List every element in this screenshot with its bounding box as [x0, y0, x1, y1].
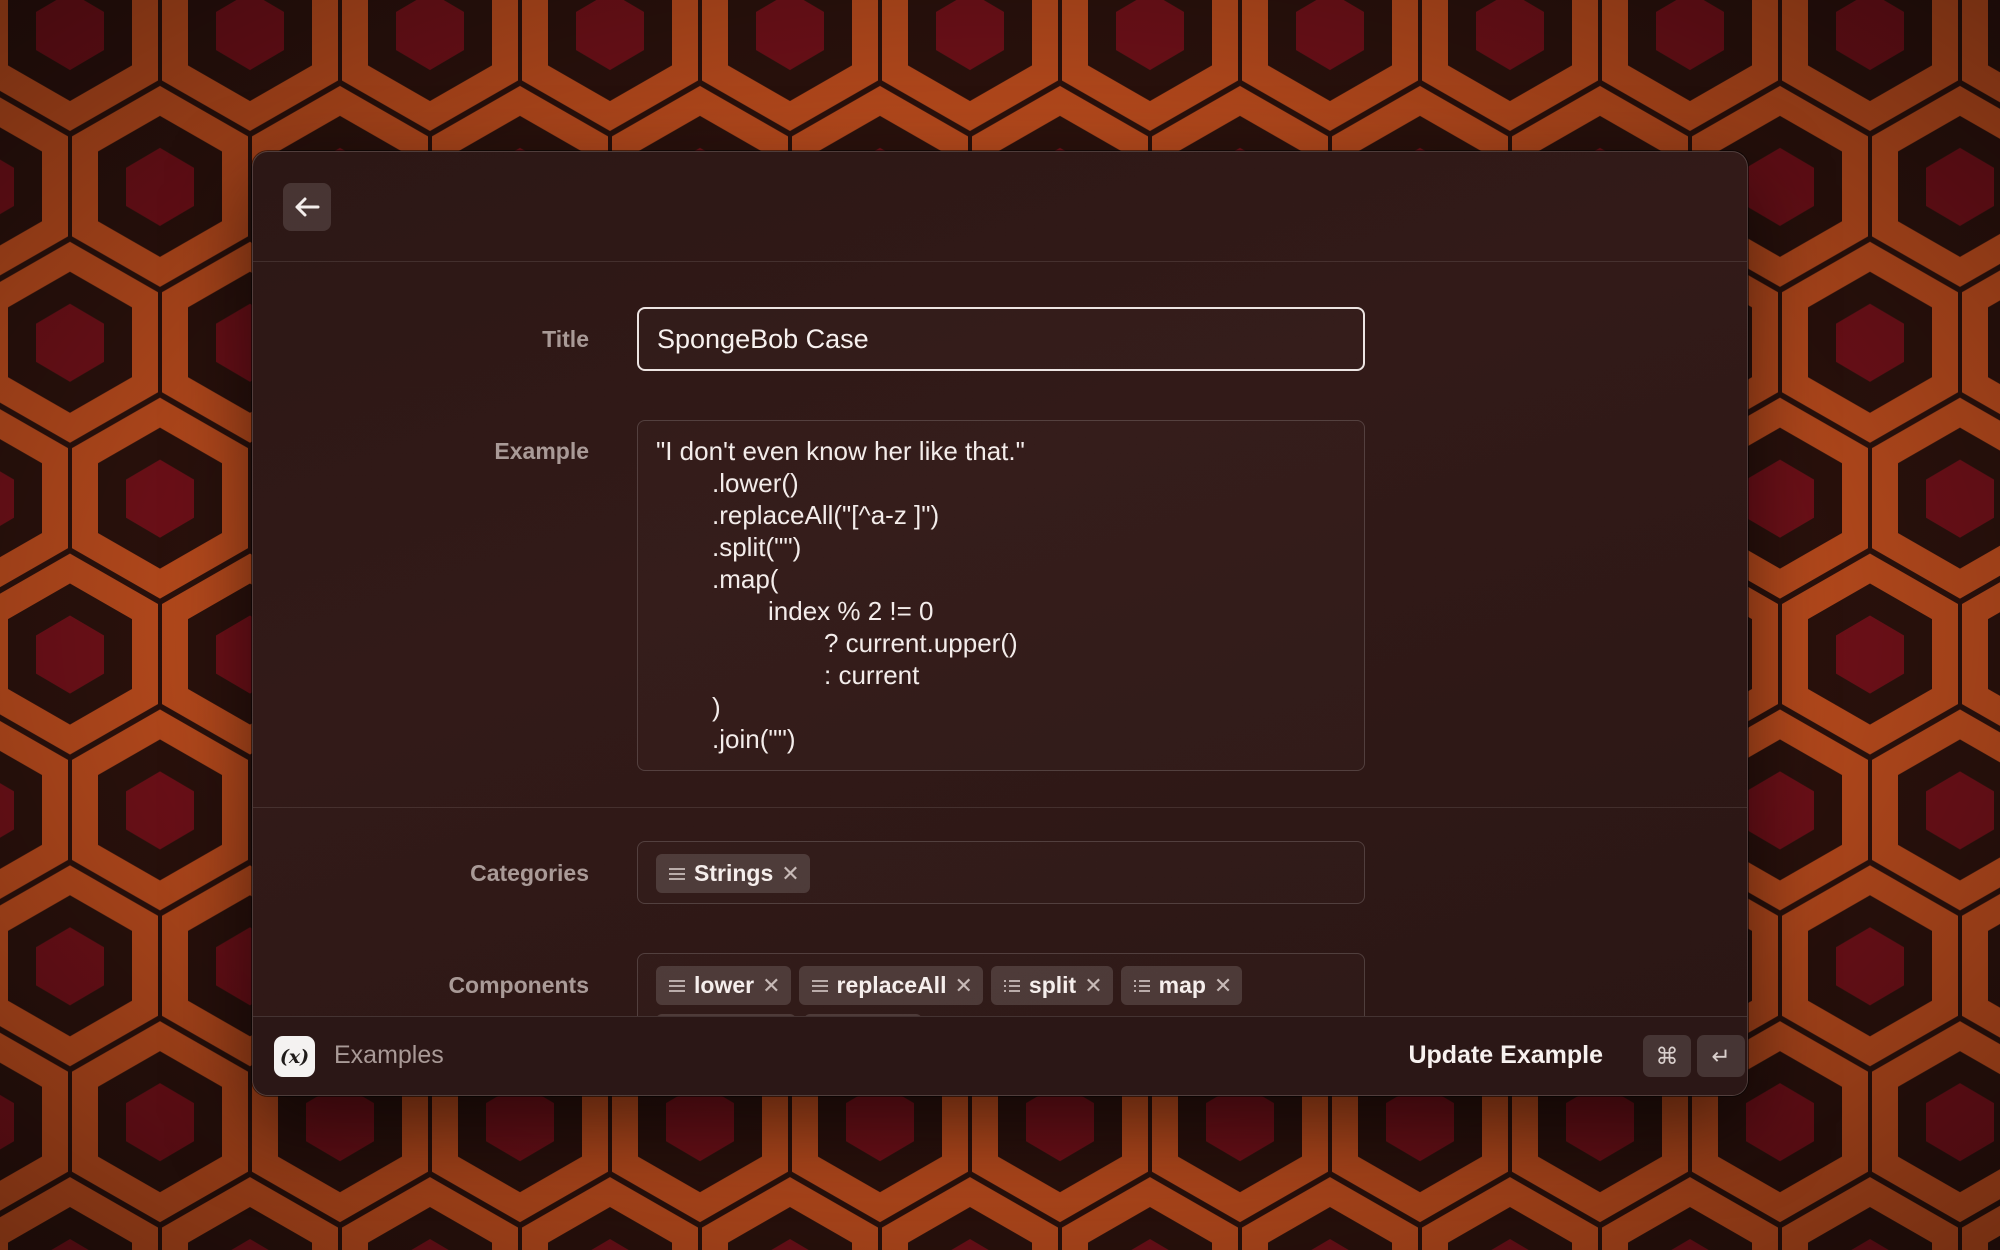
tag-label: split	[1028, 972, 1077, 998]
code-line: .lower()	[712, 468, 799, 498]
arrow-left-icon	[295, 197, 320, 217]
tag-label: map	[1158, 972, 1206, 998]
example-label: Example	[494, 438, 589, 464]
tag-label: lower	[694, 972, 755, 998]
app-window: Title SpongeBob Case Example "I don't ev…	[252, 151, 1748, 1096]
action-bar: (x) Examples Update Example ⌘ ↵	[253, 1016, 1747, 1095]
code-line: "I don't even know her like that."	[656, 436, 1025, 466]
code-line: .join("")	[712, 724, 796, 754]
code-line: .replaceAll("[^a-z ]")	[712, 500, 940, 530]
title-input[interactable]: SpongeBob Case	[637, 307, 1365, 371]
remove-tag-icon[interactable]: ✕	[1084, 973, 1102, 999]
components-label: Components	[448, 972, 589, 998]
tag-label: replaceAll	[836, 972, 947, 998]
component-tag-split[interactable]: split ✕	[990, 966, 1113, 1005]
categories-label: Categories	[470, 860, 589, 886]
code-line: : current	[824, 660, 920, 690]
tag-label: Strings	[694, 860, 774, 886]
example-code-editor[interactable]: "I don't even know her like that." .lowe…	[637, 420, 1365, 771]
section-divider	[253, 807, 1747, 808]
component-tag-replaceall[interactable]: replaceAll ✕	[798, 966, 983, 1005]
remove-tag-icon[interactable]: ✕	[781, 861, 799, 887]
list-icon	[811, 979, 828, 992]
command-key-icon: ⌘	[1643, 1035, 1691, 1077]
categories-field[interactable]: Strings ✕	[637, 841, 1365, 904]
list-icon	[669, 867, 685, 880]
remove-tag-icon[interactable]: ✕	[762, 973, 780, 999]
example-form: Title SpongeBob Case Example "I don't ev…	[253, 262, 1747, 1095]
code-line: .split("")	[712, 532, 802, 562]
component-tag-map[interactable]: map ✕	[1120, 966, 1243, 1005]
back-button[interactable]	[283, 183, 331, 231]
title-label: Title	[542, 326, 589, 352]
remove-tag-icon[interactable]: ✕	[954, 973, 972, 999]
window-header	[253, 152, 1747, 262]
remove-tag-icon[interactable]: ✕	[1214, 973, 1232, 999]
return-key-icon: ↵	[1697, 1035, 1745, 1077]
code-line: index % 2 != 0	[768, 596, 934, 626]
update-example-button[interactable]: Update Example	[1408, 1041, 1603, 1070]
code-line: ? current.upper()	[824, 628, 1018, 658]
list-icon	[669, 979, 685, 992]
code-line: )	[712, 692, 721, 722]
component-tag-lower[interactable]: lower ✕	[656, 966, 791, 1005]
app-name: Examples	[334, 1041, 444, 1069]
list-bullet-icon	[1133, 979, 1150, 992]
code-line: .map(	[712, 564, 779, 594]
category-tag-strings[interactable]: Strings ✕	[656, 854, 810, 893]
variable-icon: (x)	[274, 1036, 315, 1077]
list-bullet-icon	[1003, 979, 1020, 992]
